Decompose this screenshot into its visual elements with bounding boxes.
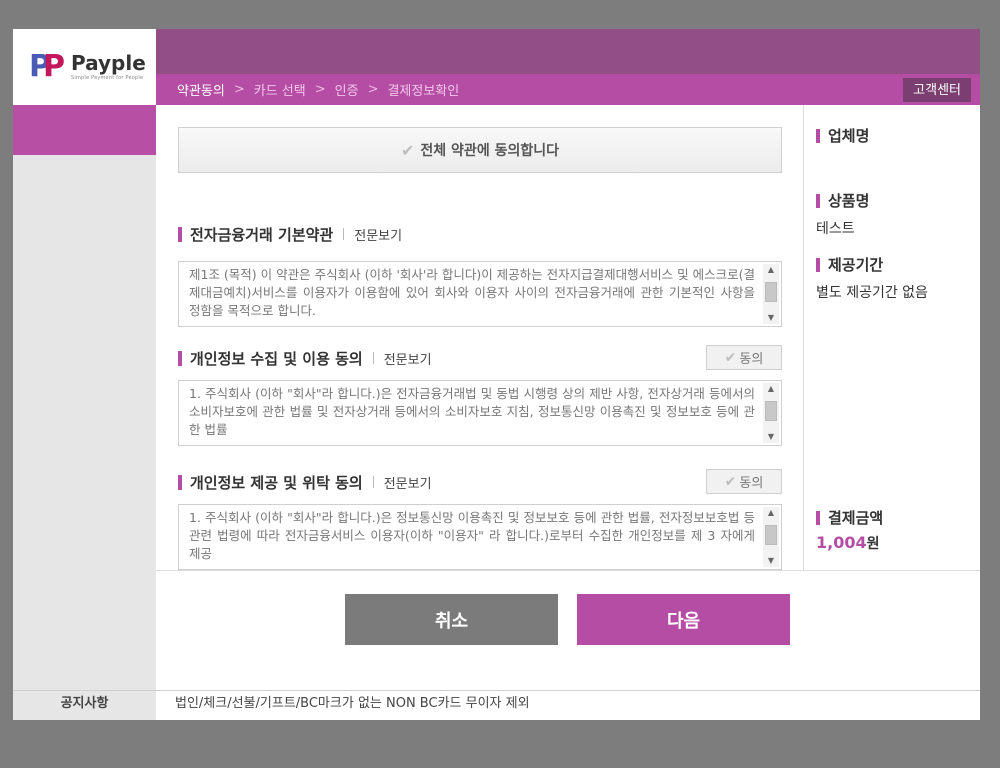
header-top-bar [156, 29, 980, 74]
payple-logo-mark-icon: PP [29, 49, 65, 84]
period-label: 제공기간 [816, 254, 883, 275]
check-icon: ✔ [724, 349, 737, 366]
breadcrumb-step-card: 카드 선택 [253, 84, 306, 99]
terms-textbox[interactable]: 1. 주식회사 (이하 "회사"라 합니다.)은 정보통신망 이용촉진 및 정보… [178, 504, 782, 570]
agree-label: 동의 [739, 352, 764, 367]
agree-label: 동의 [739, 476, 764, 491]
scrollbar[interactable]: ▲ ▼ [763, 264, 779, 324]
payment-window: PP Payple Simple Payment for People 약관동의… [13, 29, 980, 720]
agree-all-button[interactable]: ✔ 전체 약관에 동의합니다 [178, 127, 782, 173]
scroll-thumb[interactable] [765, 282, 777, 302]
breadcrumb: 약관동의 > 카드 선택 > 인증 > 결제정보확인 고객센터 [156, 74, 980, 105]
breadcrumb-step-terms: 약관동의 [177, 84, 225, 99]
scroll-down-icon[interactable]: ▼ [763, 312, 779, 324]
payple-logo: PP Payple Simple Payment for People [29, 51, 146, 83]
divider [372, 476, 374, 488]
left-accent-bar [13, 105, 156, 155]
terms-area: ✔ 전체 약관에 동의합니다 전자금융거래 기본약관 전문보기 제1조 (목적)… [156, 105, 803, 570]
agree-button[interactable]: ✔ 동의 [706, 345, 782, 370]
scroll-thumb[interactable] [765, 525, 777, 545]
view-full-link[interactable]: 전문보기 [354, 225, 402, 244]
chevron-right-icon: > [233, 82, 245, 97]
next-button[interactable]: 다음 [577, 594, 790, 645]
breadcrumb-step-auth: 인증 [334, 84, 359, 99]
chevron-right-icon: > [367, 82, 379, 97]
scroll-down-icon[interactable]: ▼ [763, 431, 779, 443]
terms-text: 1. 주식회사 (이하 "회사"라 합니다.)은 전자금융거래법 및 동법 시행… [189, 386, 755, 437]
divider [372, 352, 374, 364]
customer-center-button[interactable]: 고객센터 [903, 78, 971, 102]
scrollbar[interactable]: ▲ ▼ [763, 383, 779, 443]
section-title: 전자금융거래 기본약관 [190, 225, 334, 244]
period-value: 별도 제공기간 없음 [816, 285, 928, 301]
section-marker [178, 474, 182, 490]
notice-label: 공지사항 [13, 691, 156, 717]
view-full-link[interactable]: 전문보기 [384, 349, 432, 368]
section-title: 개인정보 제공 및 위탁 동의 [190, 473, 363, 492]
product-label: 상품명 [816, 190, 869, 211]
terms-text: 1. 주식회사 (이하 "회사"라 합니다.)은 정보통신망 이용촉진 및 정보… [189, 510, 755, 561]
terms-textbox[interactable]: 제1조 (목적) 이 약관은 주식회사 (이하 '회사'라 합니다)이 제공하는… [178, 261, 782, 327]
terms-text: 제1조 (목적) 이 약관은 주식회사 (이하 '회사'라 합니다)이 제공하는… [189, 267, 755, 318]
scroll-up-icon[interactable]: ▲ [763, 264, 779, 276]
brand-tagline: Simple Payment for People [71, 75, 144, 81]
brand-name: Payple [71, 51, 146, 75]
chevron-right-icon: > [314, 82, 326, 97]
breadcrumb-step-confirm: 결제정보확인 [387, 84, 460, 99]
section-marker [178, 350, 182, 366]
amount-value: 1,004원 [816, 533, 880, 552]
check-icon: ✔ [724, 473, 737, 490]
terms-textbox[interactable]: 1. 주식회사 (이하 "회사"라 합니다.)은 전자금융거래법 및 동법 시행… [178, 380, 782, 446]
amount-label: 결제금액 [816, 507, 883, 528]
product-value: 테스트 [816, 221, 855, 237]
scroll-up-icon[interactable]: ▲ [763, 383, 779, 395]
notice-bar: 공지사항 법인/체크/선불/기프트/BC마크가 없는 NON BC카드 무이자 … [13, 690, 980, 717]
notice-text: 법인/체크/선불/기프트/BC마크가 없는 NON BC카드 무이자 제외 [175, 696, 530, 711]
terms-section-privacy-collect: 개인정보 수집 및 이용 동의 전문보기 ✔ 동의 1. 주식회사 (이하 "회… [178, 345, 782, 446]
agree-button[interactable]: ✔ 동의 [706, 469, 782, 494]
cancel-button[interactable]: 취소 [345, 594, 558, 645]
section-marker [178, 226, 182, 242]
logo-area: PP Payple Simple Payment for People [13, 29, 156, 105]
scroll-up-icon[interactable]: ▲ [763, 507, 779, 519]
section-title: 개인정보 수집 및 이용 동의 [190, 349, 363, 368]
view-full-link[interactable]: 전문보기 [384, 473, 432, 492]
order-info-panel: 업체명 상품명 테스트 제공기간 별도 제공기간 없음 결제금액 1,004원 [803, 105, 980, 570]
terms-section-privacy-provide: 개인정보 제공 및 위탁 동의 전문보기 ✔ 동의 1. 주식회사 (이하 "회… [178, 469, 782, 570]
scrollbar[interactable]: ▲ ▼ [763, 507, 779, 567]
divider [343, 228, 345, 240]
scroll-thumb[interactable] [765, 401, 777, 421]
check-icon: ✔ [401, 140, 415, 160]
scroll-down-icon[interactable]: ▼ [763, 555, 779, 567]
terms-section-efinance: 전자금융거래 기본약관 전문보기 제1조 (목적) 이 약관은 주식회사 (이하… [178, 221, 782, 327]
agree-all-label: 전체 약관에 동의합니다 [420, 143, 559, 159]
merchant-label: 업체명 [816, 125, 869, 146]
action-buttons: 취소 다음 [156, 570, 980, 690]
left-column: PP Payple Simple Payment for People [13, 29, 156, 720]
header: 약관동의 > 카드 선택 > 인증 > 결제정보확인 고객센터 [156, 29, 980, 105]
